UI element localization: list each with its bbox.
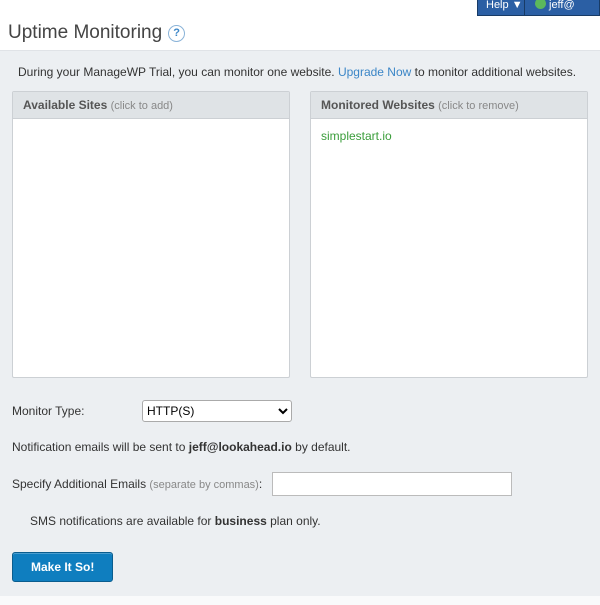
- intro-prefix: During your ManageWP Trial, you can moni…: [18, 65, 338, 79]
- additional-emails-label: Specify Additional Emails (separate by c…: [12, 477, 262, 491]
- email-note-suffix: by default.: [292, 440, 351, 454]
- upgrade-link[interactable]: Upgrade Now: [338, 65, 411, 79]
- monitored-sites-title: Monitored Websites: [321, 98, 435, 112]
- available-sites-title: Available Sites: [23, 98, 107, 112]
- monitor-type-select[interactable]: HTTP(S): [142, 400, 292, 422]
- submit-button[interactable]: Make It So!: [12, 552, 113, 582]
- available-sites-panel: Available Sites (click to add): [12, 91, 290, 378]
- monitored-sites-panel: Monitored Websites (click to remove) sim…: [310, 91, 588, 378]
- help-menu-button[interactable]: Help ▼: [477, 0, 525, 16]
- additional-emails-input[interactable]: [272, 472, 512, 496]
- sms-note-suffix: plan only.: [267, 514, 321, 528]
- monitored-sites-list[interactable]: simplestart.io: [311, 119, 587, 377]
- monitored-sites-header: Monitored Websites (click to remove): [311, 92, 587, 119]
- user-menu-button[interactable]: jeff@: [524, 0, 600, 16]
- available-sites-list[interactable]: [13, 119, 289, 377]
- monitored-sites-hint: (click to remove): [438, 100, 519, 112]
- email-note-address: jeff@lookahead.io: [189, 440, 292, 454]
- page-title: Uptime Monitoring: [8, 22, 162, 44]
- available-sites-header: Available Sites (click to add): [13, 92, 289, 119]
- help-icon[interactable]: ?: [168, 25, 185, 42]
- email-default-note: Notification emails will be sent to jeff…: [12, 440, 588, 454]
- chevron-down-icon: ▼: [512, 0, 523, 11]
- monitor-type-label: Monitor Type:: [12, 404, 142, 418]
- available-sites-hint: (click to add): [111, 100, 173, 112]
- trial-intro: During your ManageWP Trial, you can moni…: [18, 65, 588, 79]
- email-note-prefix: Notification emails will be sent to: [12, 440, 189, 454]
- sms-note: SMS notifications are available for busi…: [30, 514, 588, 528]
- additional-emails-label-text: Specify Additional Emails: [12, 477, 146, 491]
- monitored-site-item[interactable]: simplestart.io: [321, 127, 577, 145]
- user-label: jeff@: [549, 0, 575, 11]
- sms-note-bold: business: [215, 514, 267, 528]
- help-label: Help: [486, 0, 509, 11]
- intro-suffix: to monitor additional websites.: [411, 65, 576, 79]
- user-status-icon: [535, 0, 546, 9]
- sms-note-prefix: SMS notifications are available for: [30, 514, 215, 528]
- additional-emails-hint: (separate by commas): [149, 479, 258, 491]
